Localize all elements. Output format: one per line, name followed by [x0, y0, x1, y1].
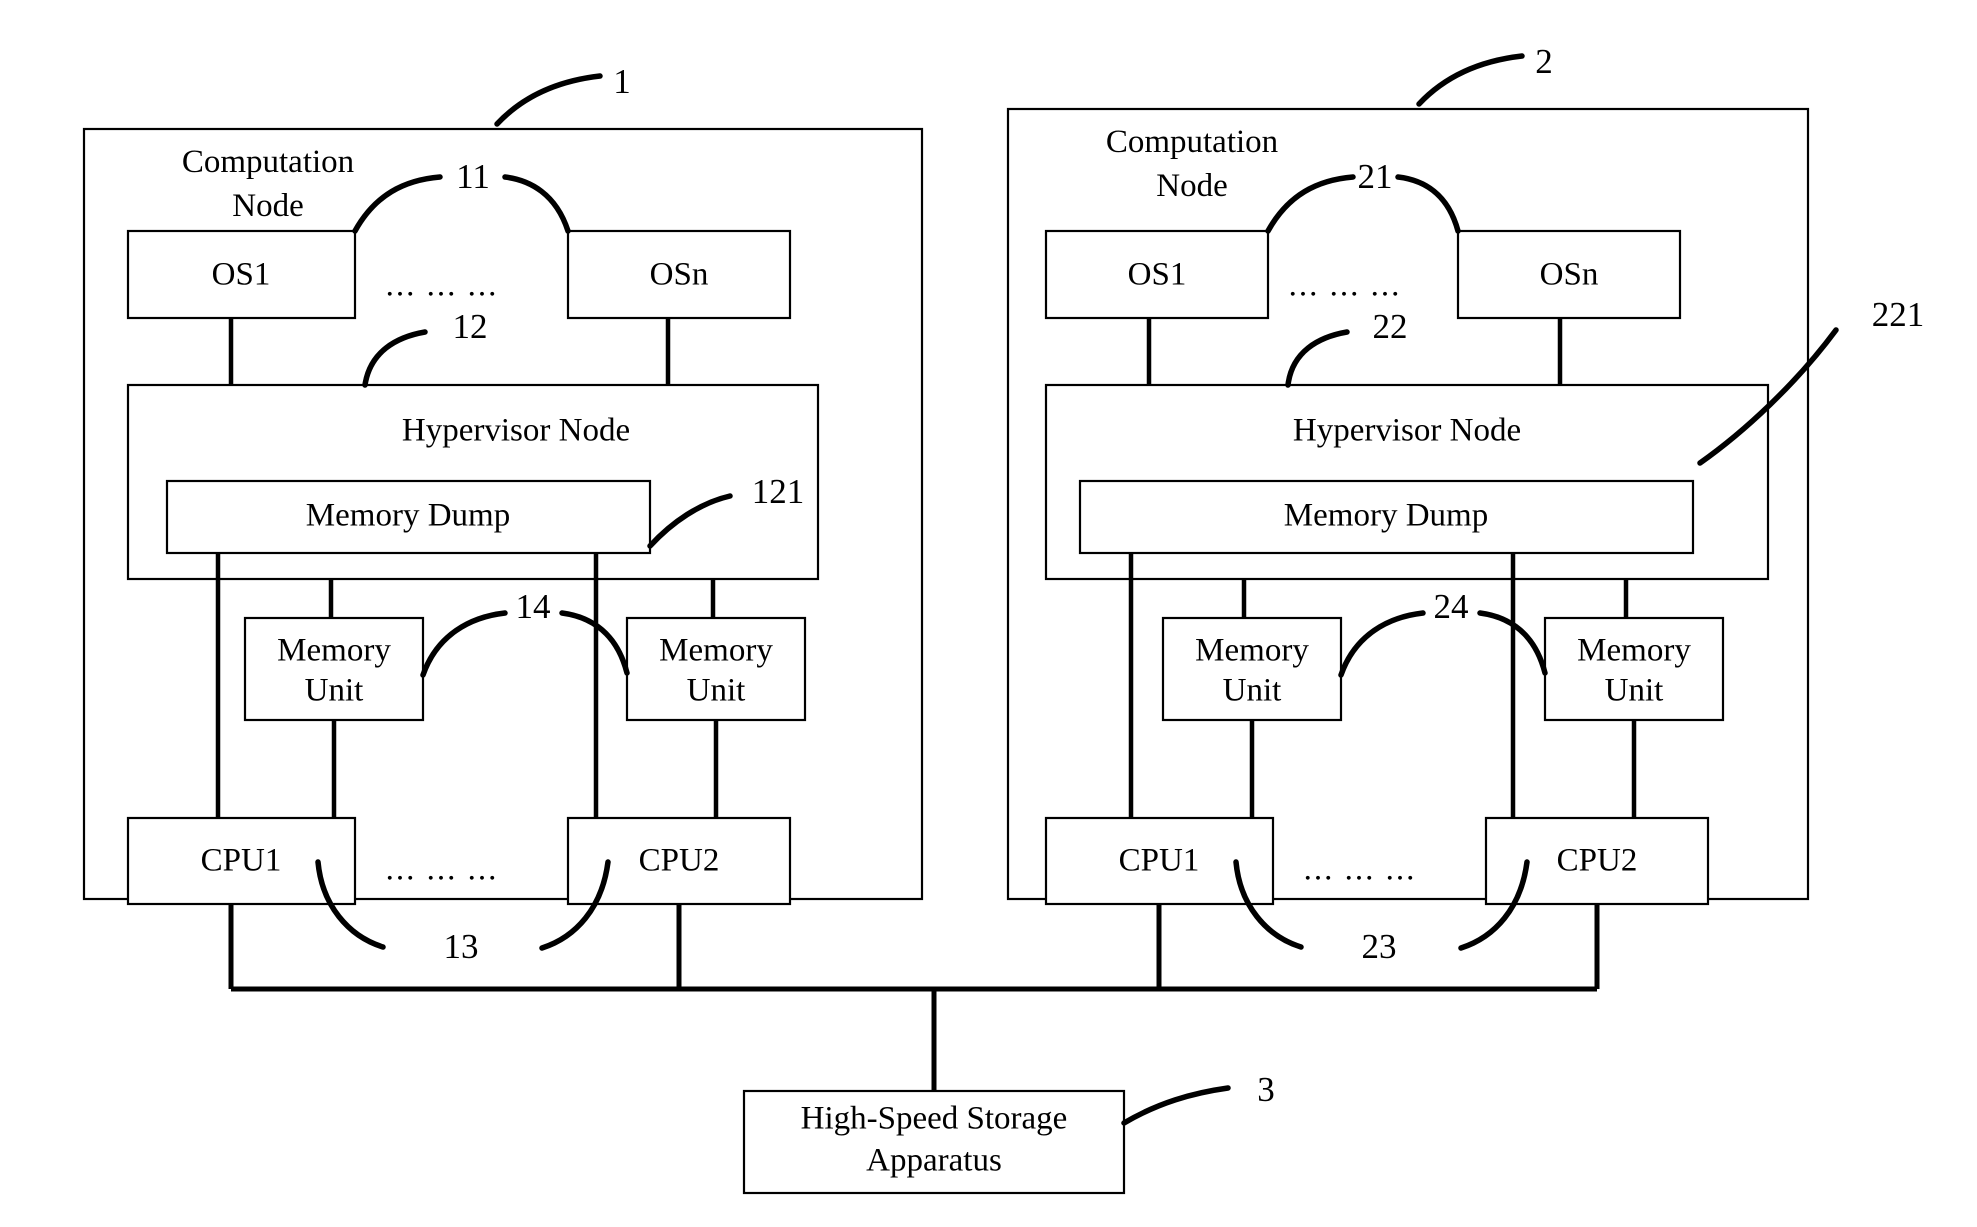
- architecture-diagram: Computation Node 1 OS1 OSn ... ... ... 1…: [82, 42, 1925, 1195]
- cpu-ellipsis-left: ... ... ...: [386, 852, 499, 888]
- ref-label-14: 14: [516, 587, 551, 626]
- computation-node-right-label-line2: Node: [1156, 168, 1227, 204]
- ref-label-21: 21: [1358, 157, 1393, 196]
- ref-label-221: 221: [1872, 295, 1925, 334]
- leader-line-node-right: [1416, 53, 1525, 107]
- memory-dump-label-right: Memory Dump: [1284, 498, 1488, 534]
- ref-label-3: 3: [1257, 1070, 1275, 1109]
- leader-line-node-left: [494, 73, 603, 127]
- leader-line-os-right-a: [1265, 174, 1356, 234]
- cpu1-label-right: CPU1: [1119, 843, 1200, 879]
- computation-node-left: Computation Node 1 OS1 OSn ... ... ... 1…: [82, 62, 924, 966]
- osn-label-right: OSn: [1540, 257, 1599, 293]
- leader-line-memunit-right-a: [1338, 610, 1426, 678]
- storage-apparatus-label-line1: High-Speed Storage: [801, 1101, 1068, 1137]
- memory-dump-label-left: Memory Dump: [306, 498, 510, 534]
- leader-line-os-right-b: [1395, 174, 1461, 234]
- osn-label-left: OSn: [650, 257, 709, 293]
- leader-line-storage: [1121, 1085, 1231, 1126]
- memory-unit-2-label-line1-right: Memory: [1577, 633, 1691, 669]
- ref-label-12: 12: [453, 307, 488, 346]
- computation-node-left-label-line1: Computation: [182, 144, 354, 180]
- memory-unit-1-label-line1-left: Memory: [277, 633, 391, 669]
- os-ellipsis-left: ... ... ...: [386, 268, 499, 304]
- memory-unit-1-label-line2-right: Unit: [1223, 673, 1282, 709]
- ref-label-23: 23: [1362, 927, 1397, 966]
- ref-label-11: 11: [456, 157, 490, 196]
- high-speed-storage-apparatus: High-Speed Storage Apparatus 3: [742, 1070, 1275, 1195]
- os1-label-right: OS1: [1128, 257, 1187, 293]
- cpu2-label-left: CPU2: [639, 843, 720, 879]
- leader-line-hypervisor-left: [362, 329, 428, 388]
- ref-label-2: 2: [1535, 42, 1553, 81]
- diagram-canvas: Computation Node 1 OS1 OSn ... ... ... 1…: [0, 0, 1977, 1227]
- leader-line-memunit-left-a: [420, 610, 508, 678]
- os-ellipsis-right: ... ... ...: [1289, 268, 1402, 304]
- memory-unit-2-label-line2-right: Unit: [1605, 673, 1664, 709]
- hypervisor-label-left: Hypervisor Node: [402, 413, 630, 449]
- ref-label-24: 24: [1434, 587, 1469, 626]
- cpu-ellipsis-right: ... ... ...: [1304, 852, 1417, 888]
- memory-unit-1-label-line2-left: Unit: [305, 673, 364, 709]
- computation-node-left-label-line2: Node: [232, 188, 303, 224]
- ref-label-1: 1: [613, 62, 631, 101]
- hypervisor-label-right: Hypervisor Node: [1293, 413, 1521, 449]
- computation-node-right-label-line1: Computation: [1106, 124, 1278, 160]
- ref-label-121: 121: [752, 472, 805, 511]
- leader-line-hypervisor-right: [1285, 329, 1350, 388]
- computation-node-right: Computation Node 2 OS1 OSn ... ... ... 2…: [1006, 42, 1925, 966]
- os1-label-left: OS1: [212, 257, 271, 293]
- ref-label-13: 13: [444, 927, 479, 966]
- leader-line-os-left-b: [502, 174, 571, 234]
- memory-unit-1-label-line1-right: Memory: [1195, 633, 1309, 669]
- memory-unit-2-label-line2-left: Unit: [687, 673, 746, 709]
- memory-unit-2-label-line1-left: Memory: [659, 633, 773, 669]
- cpu1-label-left: CPU1: [201, 843, 282, 879]
- leader-line-os-left-a: [352, 174, 443, 234]
- cpu2-label-right: CPU2: [1557, 843, 1638, 879]
- ref-label-22: 22: [1373, 307, 1408, 346]
- storage-apparatus-label-line2: Apparatus: [866, 1143, 1002, 1179]
